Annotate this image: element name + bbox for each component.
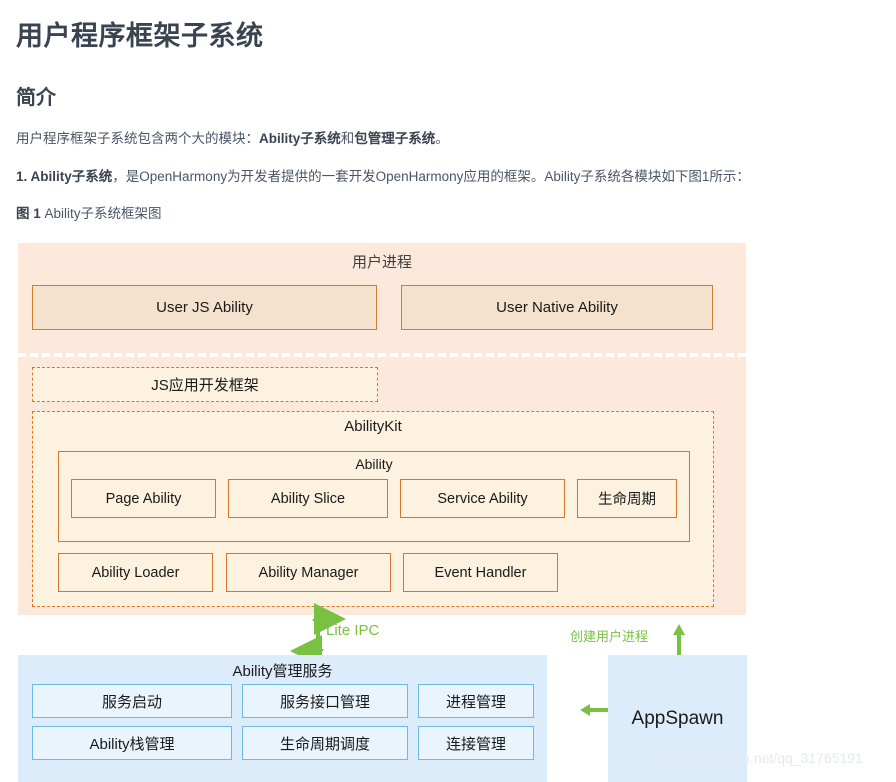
lite-ipc-label: Lite IPC bbox=[326, 622, 380, 639]
box-service-ability: Service Ability bbox=[400, 479, 565, 518]
ability-paragraph: 1. Ability子系统，是OpenHarmony为开发者提供的一套开发Ope… bbox=[16, 150, 880, 188]
user-process-title: 用户进程 bbox=[351, 254, 412, 271]
box-js-app-framework: JS应用开发框架 bbox=[32, 367, 378, 402]
process-boundary-divider bbox=[18, 353, 746, 357]
intro-text-end: 。 bbox=[435, 131, 449, 146]
page-title: 用户程序框架子系统 bbox=[16, 21, 264, 51]
ability-management-service-container: Ability管理服务 服务启动 服务接口管理 进程管理 Ability栈管理 … bbox=[18, 655, 547, 782]
ability-kit-container: AbilityKit Ability Page Ability Ability … bbox=[32, 411, 714, 607]
ability-group-container: Ability Page Ability Ability Slice Servi… bbox=[58, 451, 690, 542]
box-lifecycle: 生命周期 bbox=[577, 479, 677, 518]
box-user-native-ability: User Native Ability bbox=[401, 285, 713, 330]
box-ability-manager: Ability Manager bbox=[226, 553, 391, 592]
box-event-handler: Event Handler bbox=[403, 553, 558, 592]
intro-text-mid: 和 bbox=[340, 131, 355, 146]
box-ability-stack-mgmt: Ability栈管理 bbox=[32, 726, 232, 760]
create-process-label: 创建用户进程 bbox=[570, 629, 649, 644]
create-process-arrow-icon bbox=[673, 624, 685, 658]
ams-title: Ability管理服务 bbox=[232, 663, 333, 680]
intro-bold-bundle: 包管理子系统 bbox=[354, 131, 436, 146]
lite-ipc-double-arrow-icon bbox=[290, 603, 346, 667]
watermark: https://blog.csdn.net/qq_31765191 bbox=[648, 750, 863, 766]
intro-paragraph: 用户程序框架子系统包含两个大的模块：Ability子系统和包管理子系统。 bbox=[16, 110, 880, 150]
ability-item-number: 1. bbox=[16, 168, 31, 184]
box-connection-mgmt: 连接管理 bbox=[418, 726, 534, 760]
figure-caption-text: Ability子系统框架图 bbox=[40, 206, 162, 222]
intro-text-pre: 用户程序框架子系统包含两个大的模块： bbox=[16, 131, 259, 146]
intro-bold-ability: Ability子系统 bbox=[259, 131, 341, 146]
box-user-js-ability: User JS Ability bbox=[32, 285, 377, 330]
box-process-mgmt: 进程管理 bbox=[418, 684, 534, 718]
ability-kit-title: AbilityKit bbox=[344, 418, 402, 435]
box-ability-loader: Ability Loader bbox=[58, 553, 213, 592]
box-lifecycle-scheduling: 生命周期调度 bbox=[242, 726, 408, 760]
section-heading: 简介 bbox=[16, 87, 56, 109]
box-service-startup: 服务启动 bbox=[32, 684, 232, 718]
figure-caption: 图 1 Ability子系统框架图 bbox=[16, 187, 880, 225]
ability-group-title: Ability bbox=[355, 456, 393, 472]
box-service-interface-mgmt: 服务接口管理 bbox=[242, 684, 408, 718]
ability-paragraph-rest: ，是OpenHarmony为开发者提供的一套开发OpenHarmony应用的框架… bbox=[112, 168, 750, 184]
box-page-ability: Page Ability bbox=[71, 479, 216, 518]
article-body: 用户程序框架子系统 简介 用户程序框架子系统包含两个大的模块：Ability子系… bbox=[0, 0, 896, 225]
figure-caption-number: 图 1 bbox=[16, 206, 41, 222]
ability-bold-label: Ability子系统 bbox=[30, 168, 113, 184]
box-ability-slice: Ability Slice bbox=[228, 479, 388, 518]
